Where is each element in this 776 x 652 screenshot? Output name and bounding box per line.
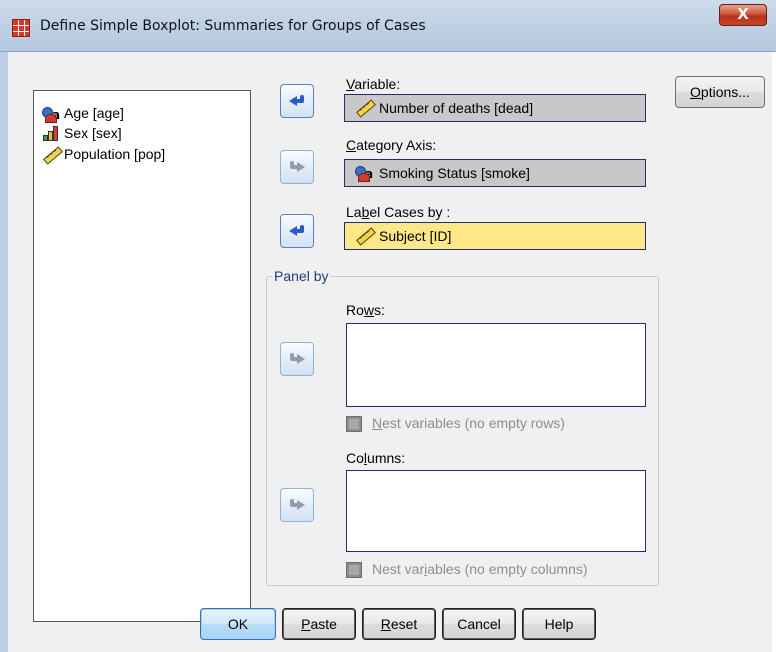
ordinal-variable-icon: [42, 124, 60, 142]
rows-label: Rows:: [346, 302, 385, 318]
arrow-right-icon: [289, 352, 305, 366]
variable-value: Number of deaths [dead]: [379, 100, 534, 116]
nominal-variable-icon: a: [355, 163, 373, 182]
category-axis-label: Category Axis:: [346, 137, 437, 153]
list-item-label: Sex [sex]: [64, 125, 122, 141]
scale-variable-icon: [42, 145, 60, 163]
category-axis-value: Smoking Status [smoke]: [379, 165, 530, 181]
columns-label: Columns:: [346, 450, 406, 466]
nest-rows-label: Nest variables (no empty rows): [372, 415, 565, 431]
reset-button[interactable]: Reset: [362, 608, 436, 640]
move-columns-button[interactable]: [280, 488, 314, 522]
move-variable-button[interactable]: [280, 84, 314, 118]
label-cases-label: Label Cases by :: [346, 204, 451, 220]
list-item-age[interactable]: a Age [age]: [42, 103, 124, 123]
list-item-label: Population [pop]: [64, 146, 166, 162]
rows-list[interactable]: [346, 323, 646, 407]
scale-variable-icon: [355, 98, 373, 116]
list-item-label: Age [age]: [64, 105, 124, 121]
move-category-button[interactable]: [280, 150, 314, 184]
nominal-variable-icon: a: [42, 104, 60, 123]
help-button[interactable]: Help: [522, 608, 596, 640]
move-rows-button[interactable]: [280, 342, 314, 376]
window-title: Define Simple Boxplot: Summaries for Gro…: [40, 18, 426, 34]
move-label-cases-button[interactable]: [280, 214, 314, 248]
panel-by-title: Panel by: [272, 268, 331, 284]
source-variable-list[interactable]: a Age [age] Sex [sex] Population [pop]: [33, 90, 251, 622]
label-cases-field[interactable]: Subject [ID]: [344, 222, 646, 250]
arrow-right-icon: [289, 498, 305, 512]
ok-button[interactable]: OK: [200, 608, 276, 640]
variable-label: Variable:: [346, 76, 401, 92]
nest-columns-checkbox[interactable]: [346, 562, 362, 578]
close-button[interactable]: X: [719, 4, 767, 26]
window-frame-edge: [0, 52, 8, 652]
title-bar: Define Simple Boxplot: Summaries for Gro…: [0, 0, 776, 52]
spss-app-icon: [12, 19, 30, 37]
paste-button[interactable]: Paste: [282, 608, 356, 640]
arrow-right-icon: [289, 160, 305, 174]
variable-field[interactable]: Number of deaths [dead]: [344, 94, 646, 122]
arrow-left-icon: [289, 94, 305, 108]
arrow-left-icon: [289, 224, 305, 238]
list-item-population[interactable]: Population [pop]: [42, 144, 165, 164]
options-button[interactable]: Options...: [675, 76, 765, 108]
category-axis-field[interactable]: a Smoking Status [smoke]: [344, 159, 646, 187]
label-cases-value: Subject [ID]: [379, 228, 452, 244]
nest-rows-checkbox[interactable]: [346, 416, 362, 432]
columns-list[interactable]: [346, 470, 646, 552]
list-item-sex[interactable]: Sex [sex]: [42, 123, 122, 143]
scale-variable-icon: [355, 226, 373, 244]
nest-columns-label: Nest variables (no empty columns): [372, 561, 588, 577]
cancel-button[interactable]: Cancel: [442, 608, 516, 640]
